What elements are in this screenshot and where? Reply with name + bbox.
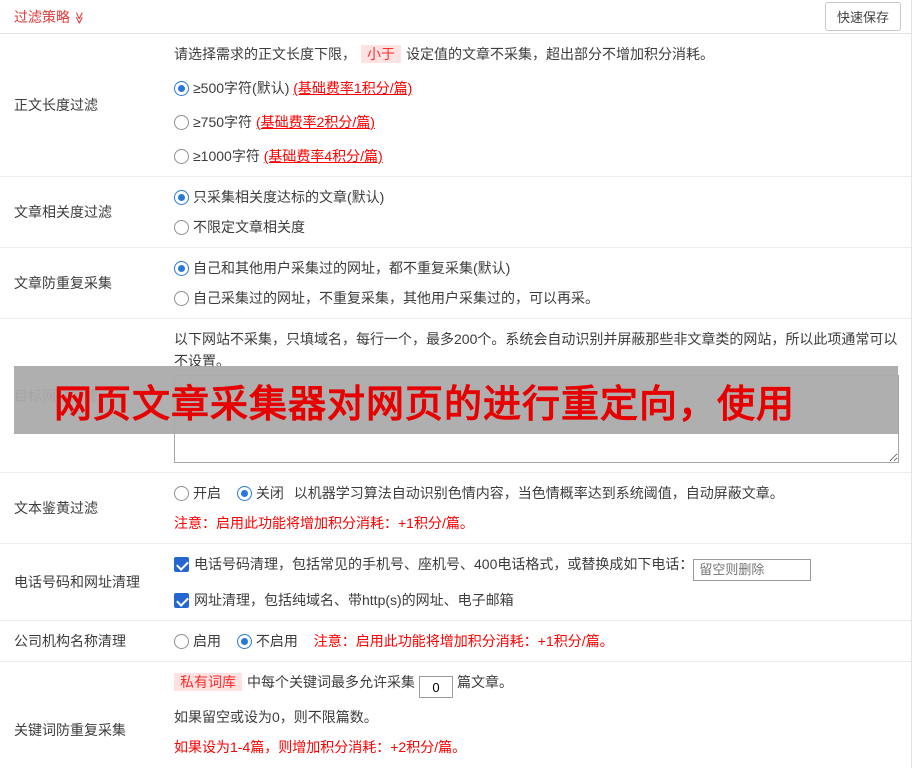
keyword-limit-line: 私有词库中每个关键词最多允许采集 篇文章。 (174, 671, 899, 698)
company-option-off-label: 不启用 (255, 632, 298, 649)
checkbox-url-clean[interactable] (174, 592, 189, 608)
dedupe-option-all-users[interactable]: 自己和其他用户采集过的网址，都不重复采集(默认) (174, 257, 899, 279)
topbar: 过滤策略 ≫ 快速保存 (0, 0, 911, 34)
length-filter-intro: 请选择需求的正文长度下限， 小于 设定值的文章不采集，超出部分不增加积分消耗。 (174, 43, 899, 65)
row-porn-filter: 文本鉴黄过滤 开启 关闭 以机器学习算法自动识别色情内容，当色情概率达到系统阈值… (0, 473, 911, 544)
phone-url-clean-content: 电话号码清理，包括常见的手机号、座机号、400电话格式，或替换成如下电话： 网址… (168, 544, 911, 620)
row-label-phone-url-clean: 电话号码和网址清理 (14, 573, 140, 590)
company-option-off[interactable]: 不启用 (236, 632, 298, 649)
watermark-overlay: 网页文章采集器对网页的进行重定向，使用 (14, 366, 898, 434)
row-label-dedupe-collect: 文章防重复采集 (14, 275, 112, 291)
keyword-note-zero: 如果留空或设为0，则不限篇数。 (174, 709, 378, 725)
row-phone-url-clean: 电话号码和网址清理 电话号码清理，包括常见的手机号、座机号、400电话格式，或替… (0, 544, 911, 621)
porn-filter-description: 以机器学习算法自动识别色情内容，当色情概率达到系统阈值，自动屏蔽文章。 (293, 485, 784, 501)
url-clean-label: 网址清理，包括纯域名、带http(s)的网址、电子邮箱 (194, 591, 514, 608)
row-dedupe-collect: 文章防重复采集 自己和其他用户采集过的网址，都不重复采集(默认) 自己采集过的网… (0, 248, 911, 319)
row-label-porn-filter: 文本鉴黄过滤 (14, 500, 98, 516)
length-option-750-label: ≥750字符 (193, 114, 253, 130)
company-clean-content: 启用 不启用 注意：启用此功能将增加积分消耗：+1积分/篇。 (168, 621, 911, 661)
relevance-option-any-label: 不限定文章相关度 (193, 219, 305, 235)
radio-length-1000[interactable] (174, 149, 189, 164)
dedupe-option-self-only-label: 自己采集过的网址，不重复采集，其他用户采集过的，可以再采。 (193, 290, 599, 306)
dedupe-option-all-users-label: 自己和其他用户采集过的网址，都不重复采集(默认) (193, 260, 511, 276)
radio-company-off[interactable] (236, 633, 252, 649)
phone-clean-line: 电话号码清理，包括常见的手机号、座机号、400电话格式，或替换成如下电话： (174, 553, 899, 581)
length-option-500[interactable]: ≥500字符(默认) (基础费率1积分/篇) (174, 77, 899, 99)
dedupe-collect-content: 自己和其他用户采集过的网址，都不重复采集(默认) 自己采集过的网址，不重复采集，… (168, 248, 911, 318)
relevance-option-strict[interactable]: 只采集相关度达标的文章(默认) (174, 186, 899, 208)
radio-length-750[interactable] (174, 115, 189, 130)
row-keyword-dedupe: 关键词防重复采集 私有词库中每个关键词最多允许采集 篇文章。 如果留空或设为0，则… (0, 662, 911, 768)
watermark-text: 网页文章采集器对网页的进行重定向，使用 (54, 383, 796, 426)
length-option-1000[interactable]: ≥1000字符 (基础费率4积分/篇) (174, 145, 899, 167)
intro-pre: 请选择需求的正文长度下限， (174, 46, 356, 62)
section-title: 过滤策略 (14, 8, 70, 25)
radio-dedupe-self-only[interactable] (174, 291, 189, 306)
radio-dedupe-all-users[interactable] (174, 261, 189, 276)
length-option-750[interactable]: ≥750字符 (基础费率2积分/篇) (174, 111, 899, 133)
intro-highlight: 小于 (361, 45, 401, 63)
relevance-option-any[interactable]: 不限定文章相关度 (174, 216, 899, 238)
row-label-company-clean: 公司机构名称清理 (14, 632, 126, 649)
quick-save-button[interactable]: 快速保存 (824, 2, 901, 31)
porn-filter-options: 开启 关闭 以机器学习算法自动识别色情内容，当色情概率达到系统阈值，自动屏蔽文章… (174, 482, 899, 504)
length-option-500-fee: (基础费率1积分/篇) (293, 80, 413, 96)
length-option-1000-fee: (基础费率4积分/篇) (263, 148, 383, 164)
url-clean-line: 网址清理，包括纯域名、带http(s)的网址、电子邮箱 (174, 589, 899, 611)
intro-post: 设定值的文章不采集，超出部分不增加积分消耗。 (406, 46, 714, 62)
company-clean-note: 注意：启用此功能将增加积分消耗：+1积分/篇。 (313, 632, 614, 649)
phone-replace-input[interactable] (693, 558, 812, 581)
porn-option-off-label: 关闭 (255, 485, 284, 501)
row-length-filter: 正文长度过滤 请选择需求的正文长度下限， 小于 设定值的文章不采集，超出部分不增加积… (0, 34, 911, 177)
radio-length-500[interactable] (174, 81, 189, 96)
company-option-on[interactable]: 启用 (174, 633, 221, 649)
radio-porn-off[interactable] (236, 486, 252, 501)
length-option-750-fee: (基础费率2积分/篇) (255, 114, 375, 130)
dedupe-option-self-only[interactable]: 自己采集过的网址，不重复采集，其他用户采集过的，可以再采。 (174, 287, 899, 309)
private-lexicon-tag: 私有词库 (174, 672, 242, 691)
porn-option-off[interactable]: 关闭 (236, 485, 284, 501)
porn-filter-content: 开启 关闭 以机器学习算法自动识别色情内容，当色情概率达到系统阈值，自动屏蔽文章… (168, 473, 911, 543)
chevron-down-icon: ≫ (72, 11, 87, 24)
row-label-relevance-filter: 文章相关度过滤 (14, 204, 112, 220)
keyword-note-1to4: 如果设为1-4篇，则增加积分消耗：+2积分/篇。 (174, 739, 467, 755)
relevance-option-strict-label: 只采集相关度达标的文章(默认) (193, 189, 385, 205)
length-option-500-label: ≥500字符(默认) (193, 80, 290, 96)
radio-relevance-strict[interactable] (174, 190, 189, 205)
filter-settings-page: 过滤策略 ≫ 快速保存 正文长度过滤 请选择需求的正文长度下限， 小于 设定值的文章不… (0, 0, 912, 768)
keyword-count-input[interactable] (419, 676, 453, 698)
length-option-1000-label: ≥1000字符 (193, 148, 260, 164)
keyword-limit-mid: 中每个关键词最多允许采集 (247, 673, 415, 690)
relevance-filter-content: 只采集相关度达标的文章(默认) 不限定文章相关度 (168, 177, 911, 247)
checkbox-phone-clean[interactable] (174, 557, 189, 572)
porn-option-on-label: 开启 (193, 485, 221, 501)
length-filter-content: 请选择需求的正文长度下限， 小于 设定值的文章不采集，超出部分不增加积分消耗。 ≥5… (168, 34, 911, 176)
filter-strategy-section-header[interactable]: 过滤策略 ≫ (14, 7, 86, 27)
row-relevance-filter: 文章相关度过滤 只采集相关度达标的文章(默认) 不限定文章相关度 (0, 177, 911, 248)
porn-filter-note: 注意：启用此功能将增加积分消耗：+1积分/篇。 (174, 515, 474, 531)
company-clean-options: 启用 不启用 注意：启用此功能将增加积分消耗：+1积分/篇。 (174, 630, 899, 652)
company-option-on-label: 启用 (193, 632, 221, 649)
radio-company-on[interactable] (174, 633, 189, 649)
row-label-length-filter: 正文长度过滤 (14, 97, 98, 113)
porn-option-on[interactable]: 开启 (174, 485, 221, 501)
radio-porn-on[interactable] (174, 486, 189, 501)
row-label-keyword-dedupe: 关键词防重复采集 (14, 721, 126, 738)
row-company-clean: 公司机构名称清理 启用 不启用 注意：启用此功能将增加积分消耗：+1积分/篇。 (0, 621, 911, 662)
radio-relevance-any[interactable] (174, 220, 189, 235)
keyword-limit-post: 篇文章。 (457, 673, 513, 690)
phone-clean-label: 电话号码清理，包括常见的手机号、座机号、400电话格式，或替换成如下电话： (194, 556, 694, 572)
keyword-dedupe-content: 私有词库中每个关键词最多允许采集 篇文章。 如果留空或设为0，则不限篇数。 如果设… (168, 662, 911, 768)
